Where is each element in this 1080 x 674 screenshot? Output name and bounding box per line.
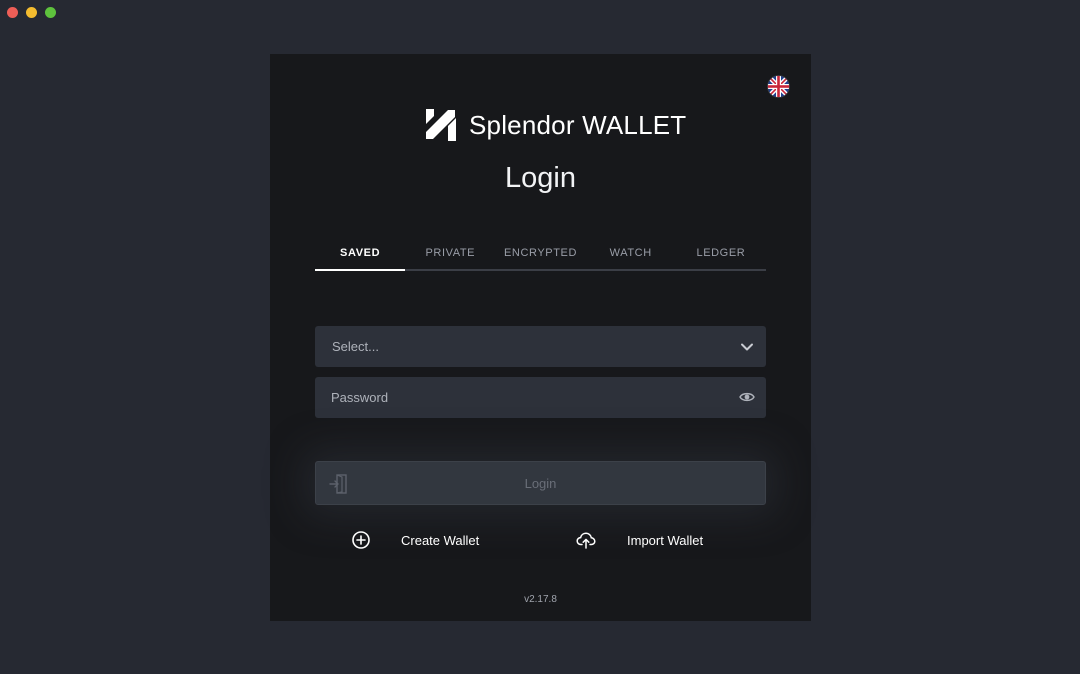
- window-close-button[interactable]: [7, 7, 18, 18]
- import-wallet-label: Import Wallet: [627, 532, 704, 548]
- uk-flag-icon[interactable]: [767, 75, 790, 98]
- tab-saved[interactable]: SAVED: [315, 237, 406, 271]
- login-method-tabs: SAVED PRIVATE ENCRYPTED WATCH LEDGER: [315, 237, 766, 271]
- wallet-select[interactable]: Select...: [315, 326, 766, 367]
- plus-circle-icon: [351, 530, 371, 550]
- splendor-logo-icon: [426, 109, 456, 141]
- chevron-down-icon[interactable]: [740, 340, 754, 352]
- brand: Splendor WALLET: [426, 108, 686, 142]
- page-title: Login: [505, 162, 576, 194]
- create-wallet-button[interactable]: Create Wallet: [351, 530, 479, 550]
- tab-ledger[interactable]: LEDGER: [676, 237, 766, 269]
- brand-name: Splendor WALLET: [469, 109, 687, 140]
- tab-watch[interactable]: WATCH: [586, 237, 676, 269]
- password-field[interactable]: Password: [315, 377, 766, 418]
- door-enter-icon: [329, 474, 347, 494]
- cloud-upload-icon: [576, 530, 596, 550]
- login-panel: Splendor WALLET Login SAVED PRIVATE ENCR…: [270, 54, 811, 621]
- window-maximize-button[interactable]: [45, 7, 56, 18]
- wallet-select-value: Select...: [332, 339, 379, 354]
- window-controls: [7, 7, 56, 18]
- tab-private[interactable]: PRIVATE: [405, 237, 495, 269]
- eye-icon[interactable]: [739, 390, 755, 404]
- create-wallet-label: Create Wallet: [401, 532, 480, 548]
- import-wallet-button[interactable]: Import Wallet: [576, 530, 703, 550]
- tab-encrypted[interactable]: ENCRYPTED: [495, 237, 585, 269]
- password-placeholder: Password: [331, 390, 389, 405]
- window-minimize-button[interactable]: [26, 7, 37, 18]
- version-label: v2.17.8: [524, 594, 557, 605]
- login-button[interactable]: Login: [315, 461, 766, 505]
- login-button-label: Login: [524, 475, 557, 491]
